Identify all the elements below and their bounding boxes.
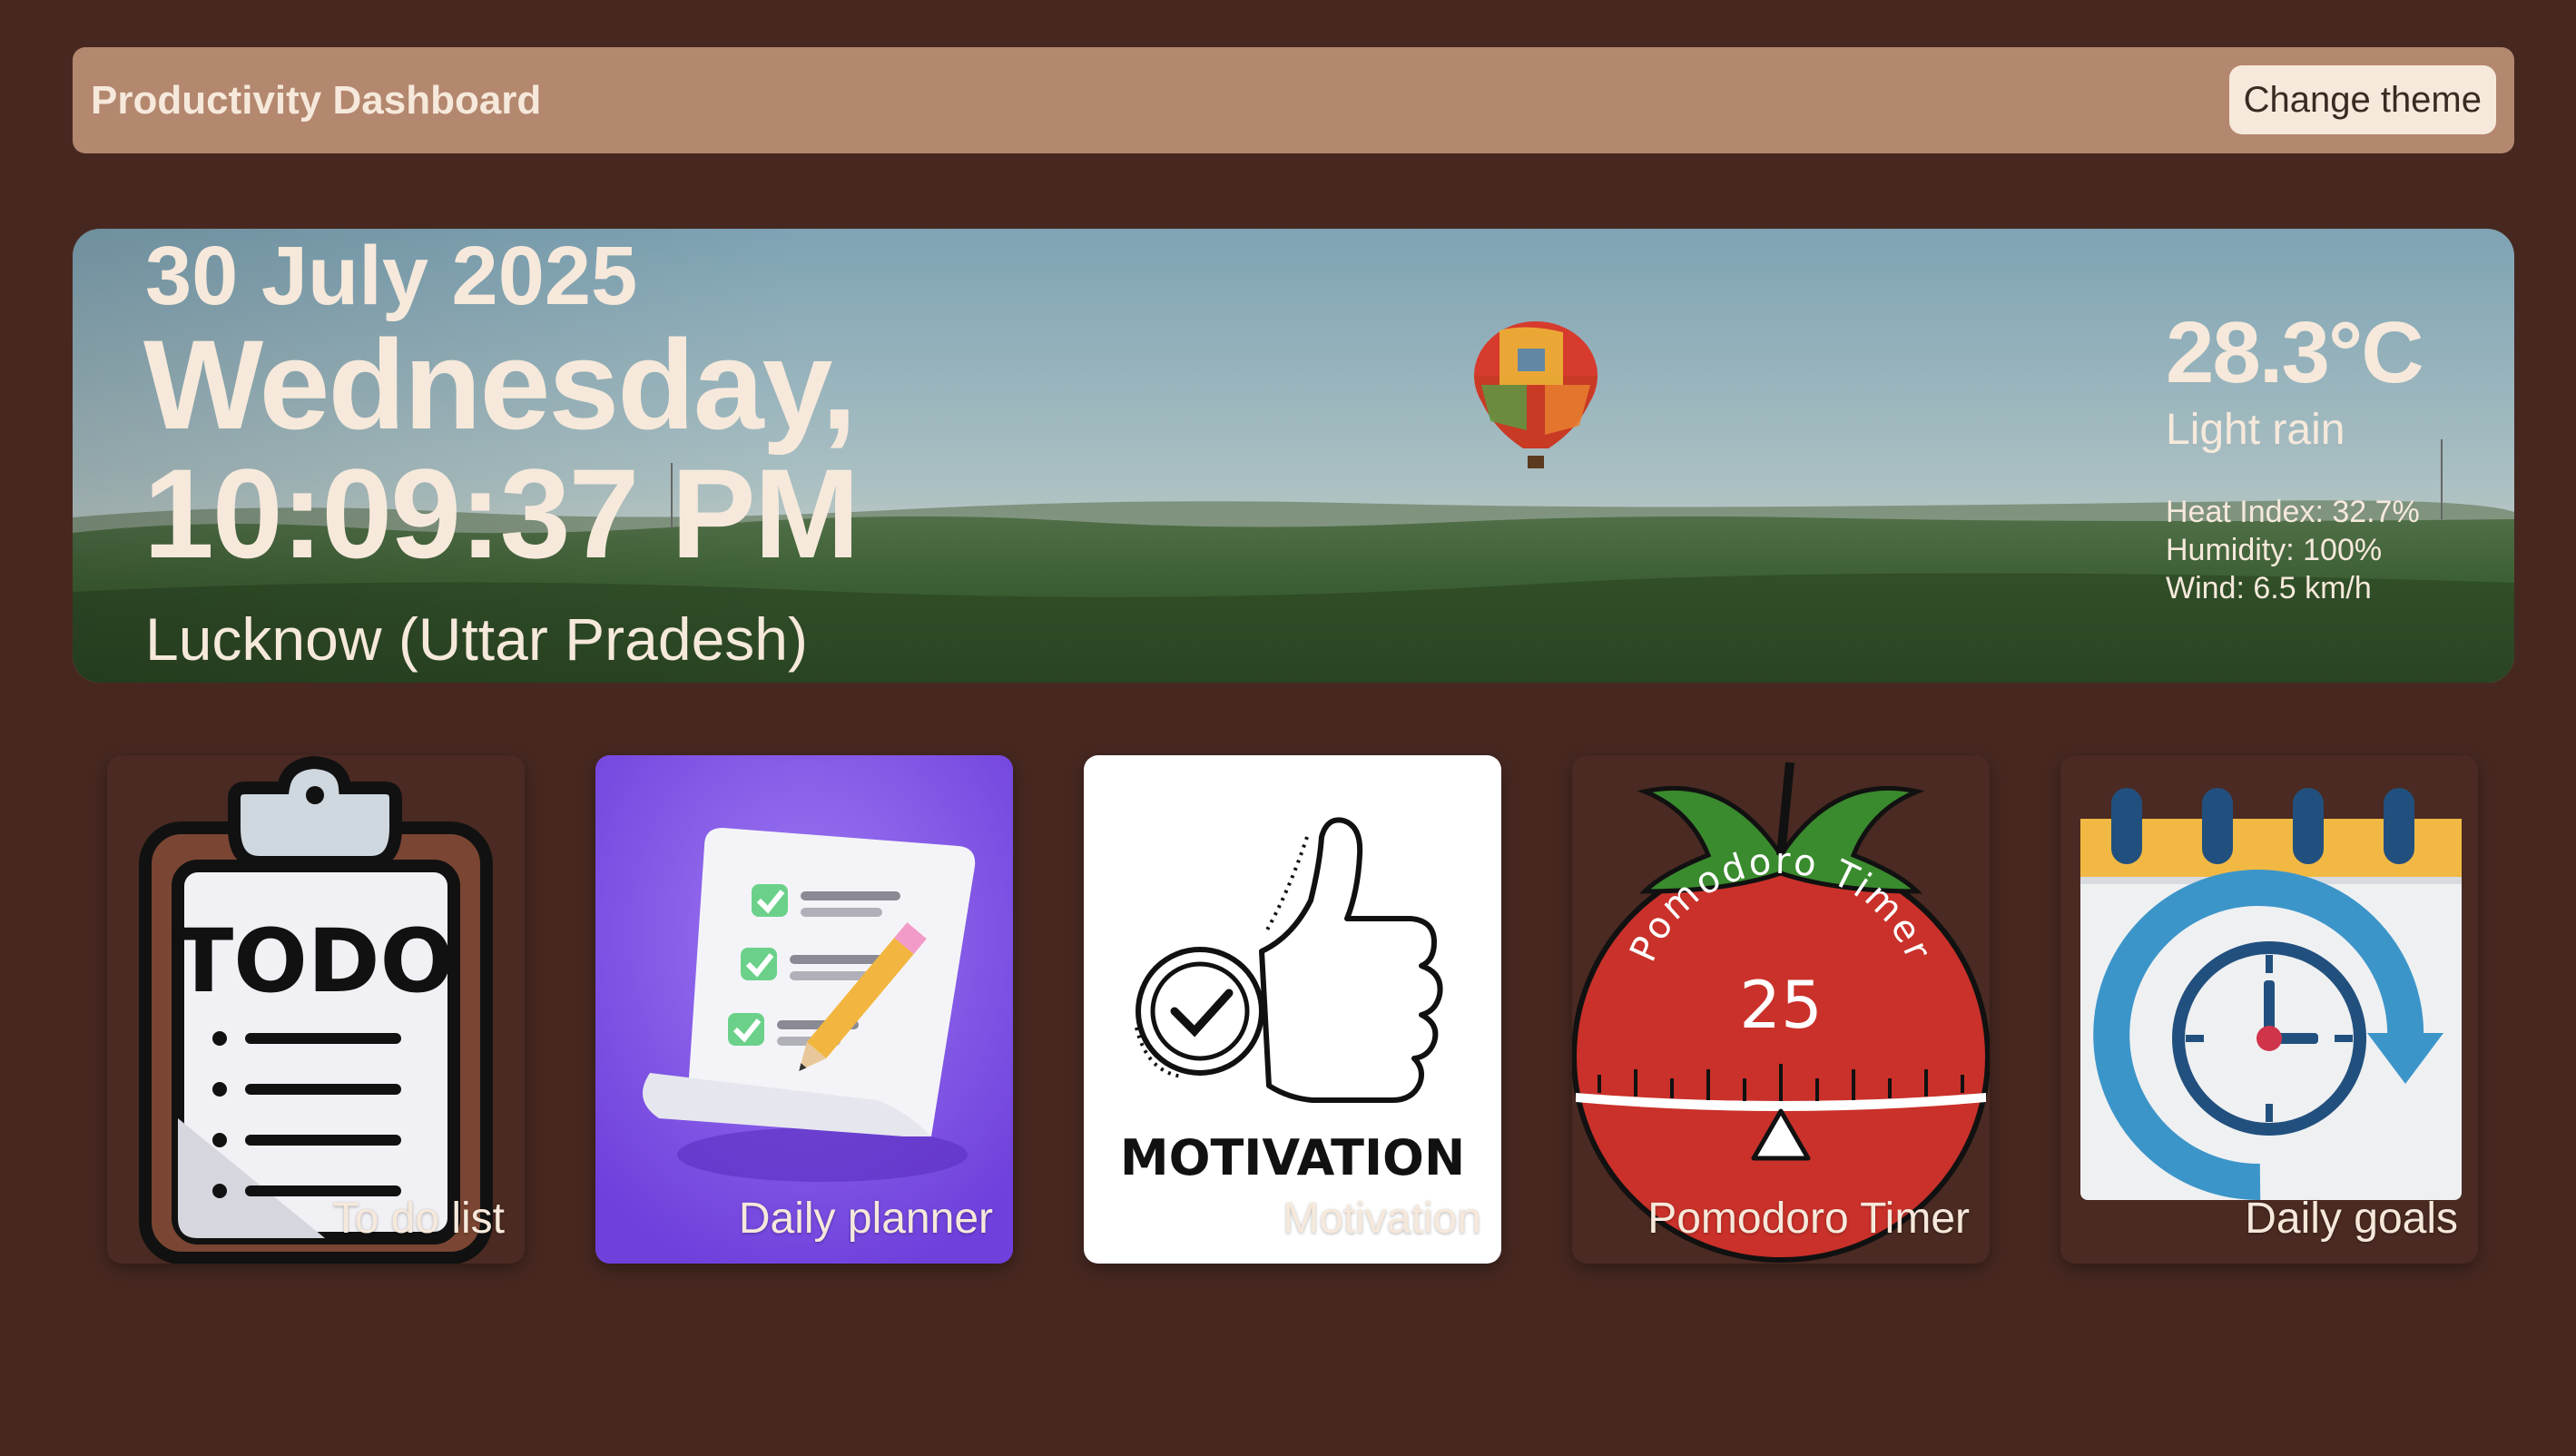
card-pomodoro-timer[interactable]: Pomodoro Timer 25 Pomodoro Timer: [1572, 755, 1990, 1264]
card-daily-goals[interactable]: Daily goals: [2060, 755, 2478, 1264]
thumbs-up-icon: MOTIVATION: [1120, 817, 1465, 1186]
heat-index: Heat Index: 32.7%: [2166, 495, 2420, 529]
wind-speed: Wind: 6.5 km/h: [2166, 571, 2372, 605]
current-weekday: Wednesday,: [143, 313, 857, 456]
card-label: To do list: [332, 1195, 505, 1244]
card-label: Motivation: [1283, 1195, 1481, 1244]
current-date: 30 July 2025: [145, 230, 638, 322]
current-time: 10:09:37 PM: [143, 442, 860, 585]
card-label: Daily goals: [2245, 1195, 2458, 1244]
card-motivation[interactable]: MOTIVATION Motivation: [1084, 755, 1501, 1264]
date-weather-banner: 30 July 2025 Wednesday, 10:09:37 PM Luck…: [73, 229, 2514, 683]
card-label: Daily planner: [738, 1195, 993, 1244]
location-label: Lucknow (Uttar Pradesh): [145, 605, 808, 673]
svg-text:TODO: TODO: [174, 910, 454, 1012]
tomato-timer-icon: Pomodoro Timer 25: [1572, 762, 1990, 1263]
card-todo-list[interactable]: TODO To do list: [107, 755, 525, 1264]
card-label: Pomodoro Timer: [1647, 1195, 1970, 1244]
change-theme-button[interactable]: Change theme: [2228, 65, 2496, 134]
app-title: Productivity Dashboard: [91, 78, 542, 123]
top-bar: Productivity Dashboard Change theme: [73, 47, 2514, 153]
calendar-clock-icon: [2080, 788, 2462, 1201]
planner-checklist-icon: [595, 755, 1013, 1264]
humidity: Humidity: 100%: [2166, 533, 2383, 567]
todo-clipboard-icon: TODO: [139, 755, 493, 1264]
card-daily-planner[interactable]: Daily planner: [595, 755, 1013, 1264]
weather-condition: Light rain: [2166, 406, 2345, 454]
svg-text:25: 25: [1739, 967, 1823, 1043]
svg-text:MOTIVATION: MOTIVATION: [1120, 1129, 1465, 1186]
temperature: 28.3°C: [2166, 304, 2424, 401]
